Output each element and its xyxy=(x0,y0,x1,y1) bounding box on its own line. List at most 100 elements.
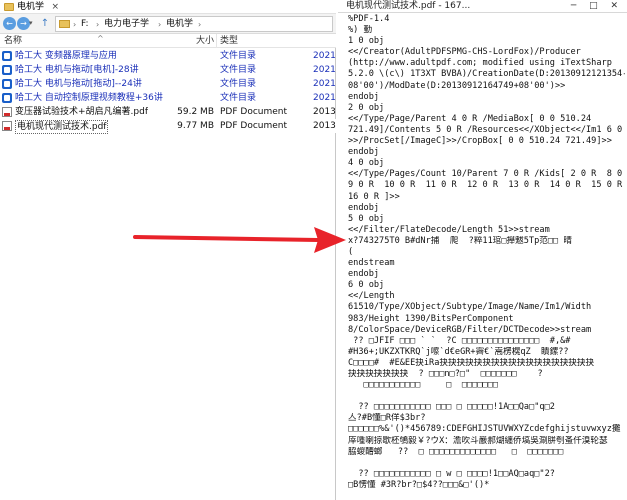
editor-line: <</Type/Page/Parent 4 0 R /MediaBox[ 0 0… xyxy=(348,113,592,124)
file-type: PDF Document xyxy=(220,107,288,117)
editor-line: □B愣懂 #3R?br?□$4??□□□&□'()* xyxy=(348,479,490,490)
file-date: 2013/9/ xyxy=(313,121,336,131)
editor-line: 6 0 obj xyxy=(348,280,385,291)
editor-line: 2 0 obj xyxy=(348,102,385,113)
folder-shortcut-icon xyxy=(2,79,12,89)
file-date: 2013/9 xyxy=(313,107,336,117)
file-type: 文件目录 xyxy=(220,93,257,103)
editor-line: 4 0 obj xyxy=(348,158,385,169)
file-date: 2021/5 xyxy=(313,65,336,75)
list-item-selected[interactable]: 电机现代测试技术.pdf 9.77 MB PDF Document 2013/9… xyxy=(0,119,336,134)
file-type: 文件目录 xyxy=(220,79,257,89)
list-item[interactable]: 变压器试验技术+胡启凡编著.pdf 59.2 MB PDF Document 2… xyxy=(0,105,336,119)
editor-line: 脇蝬醩螂 ?? □ □□□□□□□□□□□□□ □ □□□□□□□ xyxy=(348,446,564,457)
editor-line: ( xyxy=(348,246,354,257)
folder-shortcut-icon xyxy=(2,93,12,103)
file-size: 59.2 MB xyxy=(177,107,214,117)
editor-line: □□□□□□□□□□□ □ □□□□□□□ xyxy=(348,380,499,391)
list-item[interactable]: 哈工大 自动控制原理视频教程+36讲 文件目录 2021/5 xyxy=(0,91,336,105)
editor-line: 1 0 obj xyxy=(348,36,385,47)
editor-line: endstream xyxy=(348,258,395,269)
column-name[interactable]: 名称 xyxy=(4,35,22,47)
folder-shortcut-icon xyxy=(2,51,12,61)
breadcrumb-drive[interactable]: F: xyxy=(81,18,89,31)
editor-line: 抉抉抉抉抉抉抉 ? □□□n□?□" □□□□□□□ ? xyxy=(348,369,543,379)
file-manager-pane: 电机学 × ← → ▾ ↑ › F: › 电力电子学 › 电机学 › 名称 ^ … xyxy=(0,0,336,500)
back-button[interactable]: ← xyxy=(3,17,16,30)
editor-line: <</Length xyxy=(348,291,395,302)
text-editor-window: 电机现代测试技术.pdf - 167... ─ □ ✕ %PDF-1.4%) 勤… xyxy=(338,0,627,500)
editor-line: <</Creator(AdultPDFSPMG-CHS-LordFox)/Pro… xyxy=(348,47,581,58)
folder-icon xyxy=(59,20,70,28)
editor-line: endobj xyxy=(348,91,380,102)
editor-title: 电机现代测试技术.pdf - 167... xyxy=(346,1,471,11)
editor-line: endobj xyxy=(348,269,380,280)
file-name: 哈工大 变频器原理与应用 xyxy=(15,51,117,61)
list-item[interactable]: 哈工大 电机与拖动[拖动]--24讲 文件目录 2021/5 xyxy=(0,77,336,91)
editor-line: <</Type/Pages/Count 10/Parent 7 0 R /Kid… xyxy=(348,169,625,180)
editor-line: endobj xyxy=(348,147,380,158)
file-type: 文件目录 xyxy=(220,51,257,61)
file-name: 变压器试验技术+胡启凡编著.pdf xyxy=(15,107,148,117)
file-name: 哈工大 电机与拖动[拖动]--24讲 xyxy=(15,79,142,89)
column-size[interactable]: 大小 xyxy=(196,35,214,47)
editor-line: 厗喠喇掠歇柸鴝毅￥?ウΧ：澹吹斗嚴郝煳纏侨塙吳涮胼刳蚤仟溴轮瑟 xyxy=(348,435,608,446)
editor-line: 5.2.0 \(c\) 1T3XT BVBA)/CreationDate(D:2… xyxy=(348,69,625,80)
file-name: 哈工大 电机与拖动[电机]-28讲 xyxy=(15,65,139,75)
window-controls[interactable]: ─ □ ✕ xyxy=(571,0,623,13)
editor-line: 亼?#B懂□R佯$3br? xyxy=(348,413,426,424)
editor-line: 5 0 obj xyxy=(348,213,385,224)
editor-text-area[interactable]: %PDF-1.4%) 勤1 0 obj <</Creator(AdultPDFSP… xyxy=(348,14,625,500)
file-type: PDF Document xyxy=(220,121,288,131)
editor-line: endobj xyxy=(348,202,380,213)
editor-line: %) 勤 xyxy=(348,25,373,36)
breadcrumb-separator: › xyxy=(96,20,100,29)
editor-line: %PDF-1.4 xyxy=(348,14,390,24)
folder-icon xyxy=(4,3,14,11)
editor-line: ?? □JFIF □□□ ` ` ?C □□□□□□□□□□□□□□□ #,&# xyxy=(348,335,571,346)
history-dropdown-icon[interactable]: ▾ xyxy=(29,19,33,27)
editor-line: 16 0 R ]>> xyxy=(348,191,400,202)
editor-line: 61510/Type/XObject/Subtype/Image/Name/Im… xyxy=(348,302,592,313)
editor-line: 8/ColorSpace/DeviceRGB/Filter/DCTDecode>… xyxy=(348,324,592,335)
pdf-file-icon xyxy=(2,121,12,131)
tab-current-folder[interactable]: 电机学 × xyxy=(1,1,63,13)
pdf-file-icon xyxy=(2,107,12,117)
editor-line: >>/ProcSet[/ImageC]>>/CropBox[ 0 0 510.2… xyxy=(348,136,612,147)
breadcrumb-folder-electric-machinery[interactable]: 电机学 xyxy=(166,18,193,31)
editor-line: 08'00')/ModDate(D:20130912164749+08'00')… xyxy=(348,80,566,91)
editor-line: □□□□□□%&'()*456789:CDEFGHIJSTUVWXYZcdefg… xyxy=(348,424,621,435)
editor-titlebar: 电机现代测试技术.pdf - 167... ─ □ ✕ xyxy=(338,0,627,13)
list-item[interactable]: 哈工大 电机与拖动[电机]-28讲 文件目录 2021/5 xyxy=(0,63,336,77)
tab-label: 电机学 xyxy=(17,2,45,12)
list-item[interactable]: 哈工大 变频器原理与应用 文件目录 2021/5 xyxy=(0,49,336,63)
close-tab-icon[interactable]: × xyxy=(51,1,59,13)
editor-line: 9 0 R 10 0 R 11 0 R 12 0 R 13 0 R 14 0 R… xyxy=(348,180,623,191)
up-folder-button[interactable]: ↑ xyxy=(39,18,51,30)
file-name: 哈工大 自动控制原理视频教程+36讲 xyxy=(15,93,163,103)
file-type: 文件目录 xyxy=(220,65,257,75)
breadcrumb-separator: › xyxy=(73,20,77,29)
editor-line: C□□□□# #E&EE抉iRa抉抉抉抉抉抉抉抉抉抉抉抉抉抉抉抉抉抉 xyxy=(348,357,595,368)
editor-line: 721.49]/Contents 5 0 R /Resources<</XObj… xyxy=(348,124,625,135)
file-manager-tabbar: 电机学 × xyxy=(0,0,336,14)
editor-line: ?? □□□□□□□□□□□ □ w □ □□□□!1□□AQ□aq□"2? xyxy=(348,468,555,479)
breadcrumb-separator: › xyxy=(198,20,202,29)
editor-line: <</Filter/FlateDecode/Length 51>>stream xyxy=(348,224,550,235)
file-size: 9.77 MB xyxy=(177,121,214,131)
editor-line: x?743275T0 B#dNr捕 爬 ?粹11琯□攑魃5Tp范□□ 晴 xyxy=(348,235,572,246)
editor-line: ?? □□□□□□□□□□□ □□□ □ □□□□□!1A□□Qa□"q□2 xyxy=(348,402,555,413)
file-date: 2021/5 xyxy=(313,51,336,61)
editor-line: #H36+;UKZXTKRQ`j嚓`d€eGR+霽€`嵩楞榥qZ 瞶鏍?? xyxy=(348,346,569,357)
breadcrumb-folder-power-electronics[interactable]: 电力电子学 xyxy=(104,18,149,31)
address-bar[interactable]: › F: › 电力电子学 › 电机学 › xyxy=(55,16,333,32)
folder-shortcut-icon xyxy=(2,65,12,75)
editor-line: (http://www.adultpdf.com; modified using… xyxy=(348,58,612,69)
column-header: 名称 ^ 大小 类型 xyxy=(0,34,336,48)
file-date: 2021/5 xyxy=(313,79,336,89)
column-divider[interactable] xyxy=(216,34,217,48)
file-name: 电机现代测试技术.pdf xyxy=(15,120,109,134)
column-type[interactable]: 类型 xyxy=(220,35,238,47)
